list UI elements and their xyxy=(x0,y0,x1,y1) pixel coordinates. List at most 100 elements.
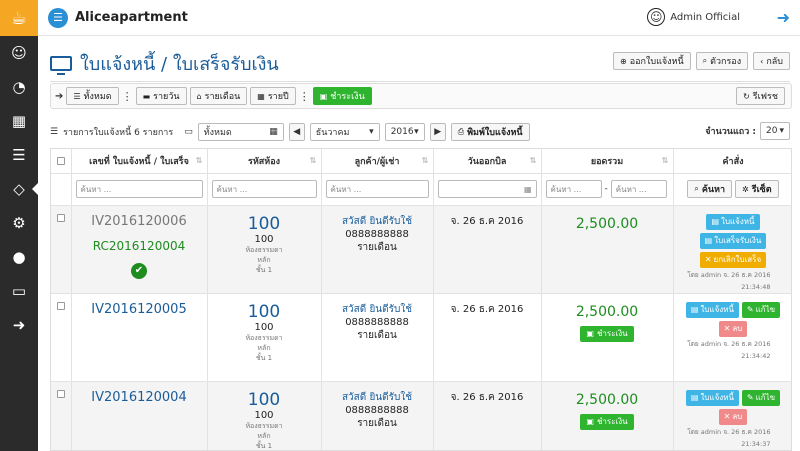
logout-icon[interactable]: ➜ xyxy=(777,8,790,27)
type-select[interactable]: ทั้งหมด ▦ xyxy=(197,123,284,141)
refresh-icon: ↻ xyxy=(743,91,750,101)
search-button[interactable]: ⌕ ค้นหา xyxy=(687,180,733,198)
invoice-number[interactable]: IV2016120004 xyxy=(72,390,207,405)
list-icon: ☰ xyxy=(50,127,59,137)
user-name: Admin Official xyxy=(670,11,740,23)
cogs-icon[interactable]: ⚙ xyxy=(0,206,38,240)
per-page: จำนวนแถว : 20 ▾ xyxy=(705,122,790,140)
filter-daily-button[interactable]: ▬ รายวัน xyxy=(135,87,187,105)
user-menu[interactable]: ☺ Admin Official xyxy=(647,8,740,26)
edit-button[interactable]: ✎ แก้ไข xyxy=(741,301,781,318)
header-date[interactable]: วันออกบิล ⇅ xyxy=(433,149,542,174)
invoice-button[interactable]: ▤ ใบแจ้งหนี้ xyxy=(706,213,760,230)
search-date-input[interactable]: ▦ xyxy=(437,180,537,198)
cancel-receipt-button[interactable]: ✕ ยกเลิกใบเสร็จ xyxy=(699,251,767,268)
summary-text: รายการใบแจ้งหนี้ 6 รายการ xyxy=(63,128,174,138)
refresh-button[interactable]: ↻ รีเฟรช xyxy=(736,87,785,105)
room-code: 100 xyxy=(247,213,281,234)
invoice-button[interactable]: ▤ ใบแจ้งหนี้ xyxy=(685,301,739,318)
chevron-down-icon: ▾ xyxy=(414,127,419,137)
filter-yearly-button[interactable]: ▦ รายปี xyxy=(250,87,296,105)
calendar-icon[interactable]: ▦ xyxy=(0,104,38,138)
pay-button[interactable]: ▣ ชำระเงิน xyxy=(580,325,634,342)
file-icon: ▤ xyxy=(690,305,699,314)
customer-name[interactable]: สวัสดี ยินดีรับใช้ xyxy=(322,390,433,405)
laptop-icon[interactable]: ▭ xyxy=(0,274,38,308)
receipt-number[interactable]: RC2016120004 xyxy=(72,239,207,253)
sign-in-icon[interactable]: ➜ xyxy=(0,308,38,342)
select-all-checkbox[interactable] xyxy=(56,156,65,165)
plus-circle-icon: ⊕ xyxy=(620,56,627,66)
per-page-select[interactable]: 20 ▾ xyxy=(760,122,790,140)
filter-all-button[interactable]: ☰ ทั้งหมด xyxy=(66,87,119,105)
list-icon: ☰ xyxy=(48,7,68,28)
server-icon[interactable]: ☰ xyxy=(0,138,38,172)
search-invoice-input[interactable]: ค้นหา ... xyxy=(75,180,203,198)
table-row: IV2016120004 100 100 ห้องธรรมดา หลัก ชั้… xyxy=(51,381,791,450)
filter-monthly-button[interactable]: ⌂ รายเดือน xyxy=(189,87,248,105)
header-customer[interactable]: ลูกค้า/ผู้เช่า ⇅ xyxy=(321,149,434,174)
chevron-left-icon: ‹ xyxy=(760,56,764,66)
reset-button[interactable]: ✲ รีเซ็ต xyxy=(735,180,779,198)
header-actions: คำสั่ง xyxy=(673,149,791,174)
home-icon: ⌂ xyxy=(196,91,202,101)
issue-invoice-button[interactable]: ⊕ ออกใบแจ้งหนี้ xyxy=(613,52,691,70)
pay-button[interactable]: ▣ ชำระเงิน xyxy=(580,413,634,430)
sort-icon: ⇅ xyxy=(195,156,203,165)
coffee-cup-icon[interactable]: ☕ xyxy=(0,0,38,36)
year-select[interactable]: 2016 ▾ xyxy=(384,123,425,141)
money-icon: ▣ xyxy=(319,91,328,101)
month-select[interactable]: ธันวาคม ▾ xyxy=(309,123,380,141)
smiley-icon[interactable]: ☺ xyxy=(0,36,38,70)
customer-name[interactable]: สวัสดี ยินดีรับใช้ xyxy=(322,302,433,317)
row-checkbox[interactable] xyxy=(56,301,65,310)
dashboard-icon[interactable]: ◔ xyxy=(0,70,38,104)
search-icon: ⌕ xyxy=(702,56,708,65)
total-amount: 2,500.00 xyxy=(575,303,639,320)
header-invoice[interactable]: เลขที่ ใบแจ้งหนี้ / ใบเสร็จ ⇅ xyxy=(71,149,208,174)
filter-button[interactable]: ⌕ ตัวกรอง xyxy=(695,52,749,70)
search-room-input[interactable]: ค้นหา ... xyxy=(211,180,317,198)
search-customer-input[interactable]: ค้นหา ... xyxy=(325,180,429,198)
row-checkbox[interactable] xyxy=(56,213,65,222)
invoice-button[interactable]: ▤ ใบแจ้งหนี้ xyxy=(685,389,739,406)
back-button[interactable]: ‹ กลับ xyxy=(753,52,790,70)
search-icon: ⌕ xyxy=(694,184,699,193)
main-content: ใบแจ้งหนี้ / ใบเสร็จรับเงิน ⊕ ออกใบแจ้งหน… xyxy=(38,37,800,451)
edit-button[interactable]: ✎ แก้ไข xyxy=(741,389,781,406)
search-row: ค้นหา ... ค้นหา ... ค้นหา ... ▦ ค้นหา ..… xyxy=(51,173,791,206)
filter-paid-button[interactable]: ▣ ชำระเงิน xyxy=(312,87,372,105)
next-month-button[interactable]: ▶ xyxy=(429,123,446,141)
customer-name[interactable]: สวัสดี ยินดีรับใช้ xyxy=(322,214,433,229)
money-icon: ▣ xyxy=(586,417,594,426)
prev-month-button[interactable]: ◀ xyxy=(288,123,305,141)
search-amount-max-input[interactable]: ค้นหา ... xyxy=(610,180,667,198)
vertical-dots-icon: ⋮ xyxy=(298,89,310,103)
table-row: IV2016120006 RC2016120004 ✔ 100 100 ห้อง… xyxy=(51,205,791,294)
list-icon: ☰ xyxy=(73,91,81,101)
invoice-number[interactable]: IV2016120006 xyxy=(72,214,207,229)
total-amount: 2,500.00 xyxy=(575,215,639,232)
user-icon[interactable]: ● xyxy=(0,240,38,274)
search-amount-min-input[interactable]: ค้นหา ... xyxy=(545,180,602,198)
delete-button[interactable]: ✕ ลบ xyxy=(718,408,748,425)
receipt-button[interactable]: ▤ ใบเสร็จรับเงิน xyxy=(699,232,767,249)
smiley-icon: ☺ xyxy=(647,8,666,26)
print-invoice-button[interactable]: ⎙ พิมพ์ใบแจ้งหนี้ xyxy=(450,123,530,141)
calendar-icon: ▦ xyxy=(257,91,265,101)
edit-icon: ✎ xyxy=(746,393,754,402)
file-icon: ▤ xyxy=(704,236,713,245)
arrow-circle-right-icon: ➔ xyxy=(55,90,64,102)
check-circle-icon: ✔ xyxy=(131,262,147,279)
top-bar: ☰ Aliceapartment ☺ Admin Official ➜ xyxy=(38,0,800,36)
bill-date: จ. 26 ธ.ค 2016 xyxy=(450,391,524,403)
filter-bar: ➔ ☰ ทั้งหมด ⋮ ▬ รายวัน ⌂ รายเดือน ▦ รายปี ⋮ … xyxy=(50,83,792,109)
delete-button[interactable]: ✕ ลบ xyxy=(718,320,748,337)
header-amount[interactable]: ยอดรวม ⇅ xyxy=(541,149,674,174)
diamond-icon[interactable]: ◇ xyxy=(0,172,38,206)
header-room[interactable]: รหัสห้อง ⇅ xyxy=(207,149,322,174)
monitor-icon: ▭ xyxy=(184,127,193,137)
invoice-number[interactable]: IV2016120005 xyxy=(72,302,207,317)
bill-date: จ. 26 ธ.ค 2016 xyxy=(450,215,524,227)
row-checkbox[interactable] xyxy=(56,389,65,398)
